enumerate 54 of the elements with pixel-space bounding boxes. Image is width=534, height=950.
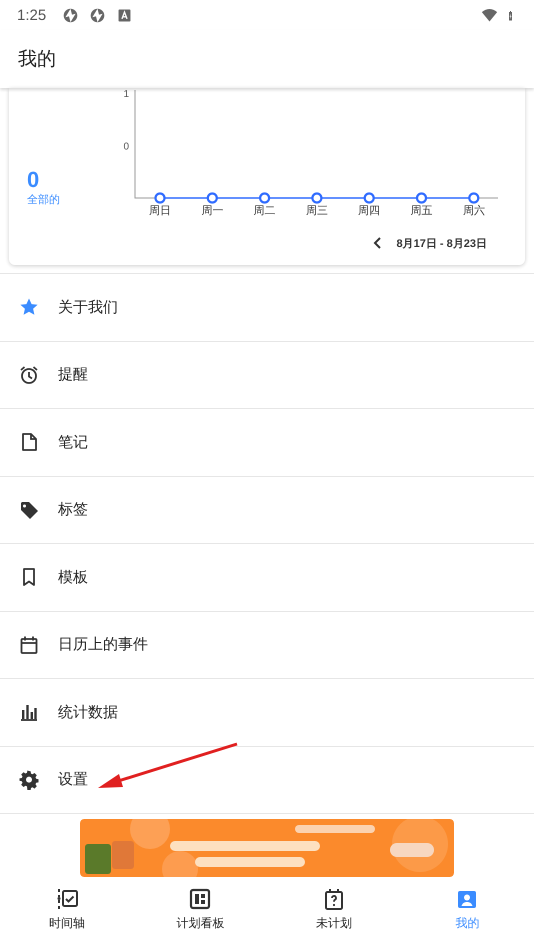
x-tick-label: 周六: [462, 205, 485, 217]
nav-tab[interactable]: 未计划: [267, 884, 400, 932]
x-tick-label: 周日: [149, 205, 171, 217]
total-label: 全部的: [27, 192, 61, 207]
menu-item-label: 标签: [58, 500, 88, 520]
status-time: 1:25: [17, 6, 46, 24]
menu-item[interactable]: 模板: [0, 544, 534, 612]
y-tick-label: 1: [123, 89, 129, 100]
x-tick-label: 周五: [410, 205, 432, 217]
x-tick-label: 周二: [254, 205, 276, 217]
x-tick-label: 周四: [358, 205, 380, 217]
menu-item-label: 提醒: [58, 365, 88, 384]
menu-item[interactable]: 标签: [0, 476, 534, 544]
menu-item[interactable]: 日历上的事件: [0, 612, 534, 679]
chart-point: [206, 192, 218, 204]
x-tick-label: 周三: [306, 205, 328, 217]
menu-item-label: 关于我们: [58, 298, 118, 317]
calendar-icon: [19, 634, 39, 655]
chart-point: [311, 192, 322, 204]
menu-item[interactable]: 提醒: [0, 342, 534, 409]
note-icon: [19, 432, 39, 452]
star-icon: [19, 297, 39, 318]
nav-tab[interactable]: 时间轴: [0, 884, 134, 932]
menu-item-label: 设置: [58, 770, 88, 790]
menu-item-label: 笔记: [58, 432, 88, 452]
chart-point: [154, 192, 166, 204]
menu-item[interactable]: 关于我们: [0, 274, 534, 342]
date-range: 8月17日 - 8月23日: [396, 236, 487, 250]
board-icon: [189, 888, 212, 910]
keyboard-notification-icon: [116, 6, 134, 24]
chart-point: [259, 192, 270, 204]
me-icon: [456, 888, 478, 910]
tag-icon: [19, 500, 39, 520]
menu-item-label: 模板: [58, 568, 88, 587]
gear-icon: [19, 770, 39, 790]
menu-item[interactable]: 笔记: [0, 409, 534, 476]
menu-item-label: 统计数据: [58, 702, 118, 722]
menu-item-label: 日历上的事件: [58, 635, 148, 654]
app-notification-icon: [62, 6, 80, 24]
timeline-icon: [56, 888, 78, 910]
page-title: 我的: [18, 48, 56, 72]
y-tick-label: 0: [123, 142, 129, 152]
chart-point: [468, 192, 480, 204]
menu-item[interactable]: 统计数据: [0, 679, 534, 746]
unplanned-icon: [322, 888, 345, 910]
stats-icon: [19, 702, 39, 722]
chart-point: [416, 192, 428, 204]
wifi-icon: [481, 6, 498, 24]
nav-tab[interactable]: 计划看板: [134, 884, 267, 932]
app-notification-icon: [89, 6, 106, 24]
x-tick-label: 周一: [201, 205, 224, 217]
alarm-icon: [19, 364, 39, 385]
chart-point: [364, 192, 375, 204]
total-count: 0: [27, 168, 40, 192]
